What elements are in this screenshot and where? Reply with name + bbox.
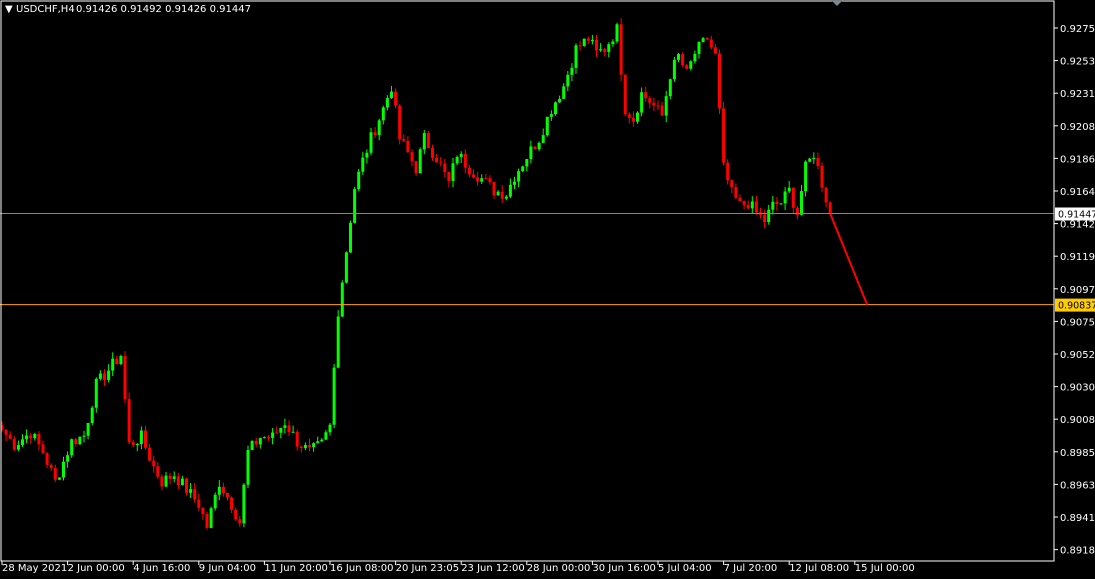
candle [127, 392, 131, 445]
candle [718, 49, 721, 115]
candle [357, 168, 361, 192]
candle [582, 38, 586, 47]
time-axis-label: 12 Jul 08:00 [789, 563, 849, 574]
price-axis-label: 0.90080 [1060, 415, 1095, 426]
candle [185, 477, 188, 496]
candle [545, 116, 549, 137]
time-axis-label: 30 Jun 16:00 [592, 563, 656, 574]
candle [828, 201, 832, 215]
candle [242, 483, 246, 528]
candle [619, 18, 623, 81]
candle [418, 147, 422, 174]
time-axis-label: 28 Jun 00:00 [527, 563, 591, 574]
time-axis-label: 5 Jul 04:00 [658, 563, 712, 574]
price-axis-label: 0.92085 [1060, 122, 1095, 133]
candle [804, 160, 808, 197]
symbol-menu-arrow-icon[interactable]: ▼ [5, 4, 13, 15]
price-axis-label: 0.90970 [1060, 285, 1095, 296]
candle [340, 280, 344, 318]
candle [681, 52, 685, 67]
price-axis-label: 0.91420 [1060, 220, 1095, 231]
candle [209, 506, 213, 529]
candle [213, 492, 217, 511]
price-axis-label: 0.91640 [1060, 187, 1095, 198]
candle [533, 146, 537, 150]
candle [554, 101, 557, 116]
candle [78, 436, 82, 445]
candle [57, 477, 61, 481]
candle [94, 377, 98, 413]
chart-background [0, 0, 1095, 579]
candle [90, 405, 94, 426]
candle [205, 511, 209, 530]
price-axis-label: 0.89855 [1060, 448, 1095, 459]
price-axis-label: 0.89185 [1060, 546, 1095, 557]
time-axis-label: 28 May 2021 [2, 563, 67, 574]
price-chart[interactable]: 0.92755 0.92535 0.92310 0.92085 0.91865 0.916… [0, 0, 1095, 579]
bid-price-tag-label: 0.91447 [1058, 210, 1095, 221]
candle [521, 165, 525, 173]
candle [119, 354, 123, 365]
time-axis-label: 15 Jul 00:00 [855, 563, 915, 574]
candle [70, 438, 74, 458]
candle [332, 364, 336, 429]
time-axis-label: 9 Jun 04:00 [199, 563, 256, 574]
price-axis-label: 0.89630 [1060, 480, 1095, 491]
symbol-timeframe-label: USDCHF,H4 [16, 4, 75, 15]
time-axis-label: 16 Jun 08:00 [330, 563, 394, 574]
candle [123, 351, 127, 403]
time-axis-label: 2 Jun 00:00 [68, 563, 125, 574]
time-axis-label: 23 Jun 12:00 [461, 563, 525, 574]
level-price-tag-label: 0.90837 [1058, 301, 1095, 312]
time-axis-label: 20 Jun 23:05 [396, 563, 460, 574]
candle [246, 445, 250, 488]
candle [426, 130, 430, 149]
price-axis-label: 0.91195 [1060, 252, 1095, 263]
price-axis-label: 0.92310 [1060, 89, 1095, 100]
price-axis-label: 0.90525 [1060, 350, 1095, 361]
candle [398, 104, 402, 145]
bid-price-tag: 0.91447 [1055, 207, 1095, 221]
ohlc-readout: 0.91426 0.91492 0.91426 0.91447 [76, 4, 251, 15]
price-axis-label: 0.92535 [1060, 57, 1095, 68]
candle [250, 440, 254, 451]
price-axis-label: 0.92755 [1060, 24, 1095, 35]
price-axis-label: 0.91865 [1060, 154, 1095, 165]
candle [344, 251, 348, 284]
time-axis-label: 11 Jun 20:00 [264, 563, 328, 574]
time-axis-label: 4 Jun 16:00 [133, 563, 190, 574]
level-price-tag: 0.90837 [1055, 298, 1095, 312]
candle [672, 56, 676, 82]
candle [623, 74, 627, 117]
candle [349, 220, 352, 254]
price-axis-label: 0.90750 [1060, 317, 1095, 328]
candle [722, 101, 726, 166]
candle [615, 22, 619, 44]
candle [353, 186, 357, 224]
candle [336, 310, 340, 369]
price-axis-label: 0.90300 [1060, 383, 1095, 394]
time-axis-label: 7 Jul 20:00 [724, 563, 778, 574]
price-axis-label: 0.89410 [1060, 513, 1095, 524]
